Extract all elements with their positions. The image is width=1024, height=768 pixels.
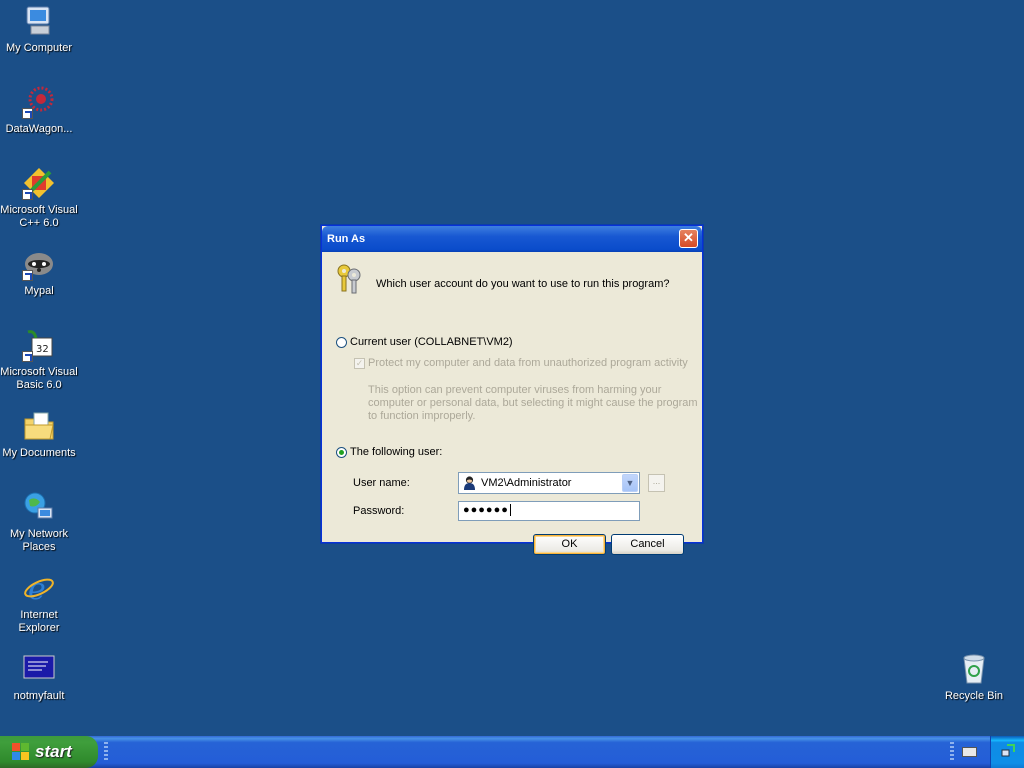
desktop-icon-visual-cpp[interactable]: Microsoft Visual C++ 6.0 (0, 166, 78, 230)
desktop-icon-my-documents[interactable]: My Documents (0, 409, 78, 460)
shortcut-arrow-icon (22, 189, 33, 200)
svg-text:e: e (28, 572, 46, 605)
close-icon: ✕ (683, 230, 694, 245)
password-masked-value: ●●●●●● (463, 504, 509, 516)
desktop-icon-notmyfault[interactable]: notmyfault (0, 652, 78, 703)
notmyfault-icon (22, 652, 56, 686)
user-icon (463, 476, 476, 490)
desktop-icon-label: Mypal (24, 285, 54, 297)
dialog-title: Run As (327, 233, 366, 245)
windows-logo-icon (12, 743, 30, 761)
protect-label: Protect my computer and data from unauth… (368, 357, 688, 369)
toolbar-grip[interactable] (950, 742, 954, 762)
protect-checkbox: ✓ (354, 358, 365, 369)
my-computer-icon (22, 4, 56, 38)
internet-explorer-icon: e (22, 571, 56, 607)
mypal-raccoon-icon (22, 247, 56, 281)
start-label: start (35, 742, 72, 761)
desktop-icon-label: My Network Places (9, 528, 69, 553)
desktop: My Computer DataWagon... Microsoft Visua… (0, 0, 1024, 736)
desktop-icon-internet-explorer[interactable]: e Internet Explorer (0, 571, 78, 635)
desktop-icon-recycle-bin[interactable]: Recycle Bin (935, 652, 1013, 703)
chevron-down-icon: ▼ (625, 478, 635, 488)
visual-basic-icon: 32 (22, 328, 56, 362)
visual-cpp-icon (22, 166, 56, 200)
run-as-dialog: Run As ✕ Which user account do you want … (321, 225, 703, 555)
close-button[interactable]: ✕ (679, 229, 698, 248)
desktop-icon-label: DataWagon... (5, 123, 73, 135)
password-field[interactable]: ●●●●●● (458, 501, 640, 521)
desktop-icon-label: Microsoft Visual C++ 6.0 (0, 204, 78, 229)
svg-text:32: 32 (36, 344, 49, 355)
desktop-icon-datawagon[interactable]: DataWagon... (0, 85, 78, 136)
password-label: Password: (353, 505, 405, 517)
username-combobox[interactable]: VM2\Administrator ▼ (458, 472, 640, 494)
toolbar-grip[interactable] (104, 742, 108, 762)
desktop-icon-visual-basic[interactable]: 32 Microsoft Visual Basic 6.0 (0, 328, 78, 392)
desktop-icon-network-places[interactable]: My Network Places (0, 490, 78, 554)
dialog-body: Which user account do you want to use to… (322, 252, 702, 555)
datawagon-icon (22, 85, 56, 119)
network-places-icon (22, 490, 56, 524)
start-button[interactable]: start (0, 736, 98, 768)
current-user-label[interactable]: Current user (COLLABNET\VM2) (350, 336, 513, 348)
protect-description: This option can prevent computer viruses… (368, 384, 698, 422)
desktop-icon-label: notmyfault (13, 690, 65, 702)
shortcut-arrow-icon (22, 351, 33, 362)
username-value: VM2\Administrator (481, 477, 572, 489)
keyboard-icon[interactable] (962, 747, 977, 757)
desktop-icon-label: My Documents (2, 447, 76, 459)
question-text: Which user account do you want to use to… (376, 278, 670, 290)
cancel-button[interactable]: Cancel (611, 534, 684, 555)
dropdown-button[interactable]: ▼ (622, 474, 638, 492)
following-user-label[interactable]: The following user: (350, 446, 442, 458)
system-tray (990, 736, 1024, 768)
shortcut-arrow-icon (22, 270, 33, 281)
taskbar: start (0, 736, 1024, 768)
dialog-title-bar[interactable]: Run As ✕ (322, 226, 702, 252)
browse-button[interactable]: ... (648, 474, 665, 492)
desktop-icon-label: My Computer (5, 42, 73, 54)
current-user-radio[interactable] (336, 337, 347, 348)
desktop-icon-label: Recycle Bin (944, 690, 1004, 702)
ok-button[interactable]: OK (533, 534, 606, 555)
text-caret (509, 504, 511, 517)
following-user-radio[interactable] (336, 447, 347, 458)
desktop-icon-my-computer[interactable]: My Computer (0, 4, 78, 55)
desktop-icon-mypal[interactable]: Mypal (0, 247, 78, 298)
shortcut-arrow-icon (22, 108, 33, 119)
keys-icon (334, 262, 366, 294)
desktop-icon-label: Internet Explorer (18, 609, 60, 634)
username-label: User name: (353, 477, 410, 489)
desktop-icon-label: Microsoft Visual Basic 6.0 (0, 366, 78, 391)
my-documents-folder-icon (22, 409, 56, 443)
network-tray-icon[interactable] (1001, 744, 1015, 758)
recycle-bin-icon (957, 652, 991, 686)
